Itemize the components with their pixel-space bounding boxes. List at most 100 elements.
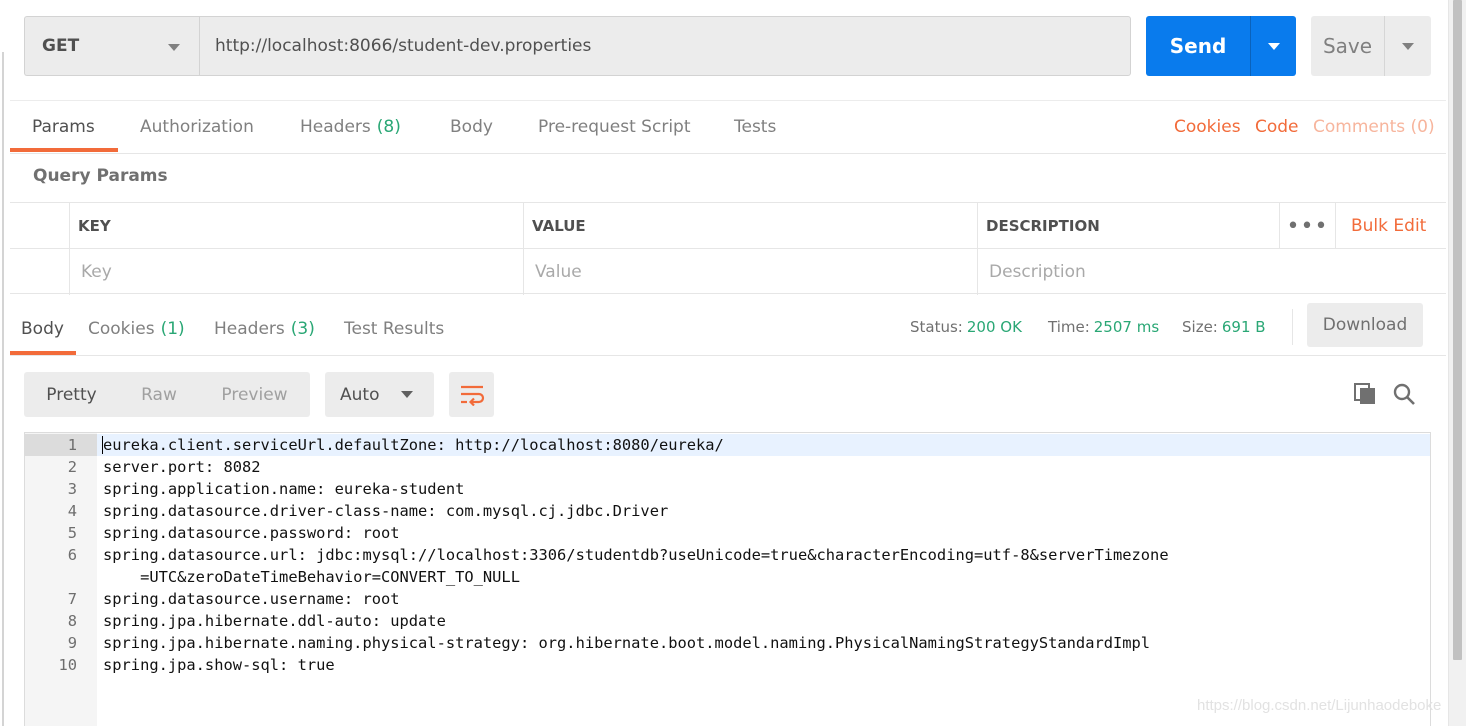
- scroll-thumb[interactable]: [1453, 0, 1462, 660]
- send-options-button[interactable]: [1251, 16, 1296, 76]
- tab-label: Authorization: [140, 117, 254, 137]
- method-label: GET: [42, 36, 80, 56]
- save-button-group[interactable]: Save: [1311, 16, 1431, 76]
- code-text: spring.jpa.show-sql: true: [103, 656, 335, 674]
- search-button[interactable]: [1390, 380, 1418, 408]
- time-label: Time:: [1048, 318, 1090, 336]
- code-text: spring.jpa.hibernate.naming.physical-str…: [103, 634, 1151, 652]
- size-label: Size:: [1182, 318, 1218, 336]
- view-mode-group: Pretty Raw Preview: [24, 372, 310, 417]
- line-number: 9: [67, 634, 77, 652]
- query-params-title: Query Params: [33, 166, 168, 186]
- line-number: 7: [67, 590, 77, 608]
- tab-count: (3): [290, 319, 315, 339]
- status-info: Status: 200 OK: [910, 318, 1022, 336]
- size-value: 691 B: [1221, 318, 1266, 336]
- code-link[interactable]: Code: [1255, 101, 1299, 153]
- line-number: 10: [58, 656, 77, 674]
- wrap-lines-button[interactable]: [449, 372, 494, 417]
- chevron-down-icon: [1268, 43, 1280, 50]
- status-value: 200 OK: [966, 318, 1022, 336]
- tab-count: (1): [160, 319, 185, 339]
- time-value: 2507 ms: [1093, 318, 1160, 336]
- download-button[interactable]: Download: [1307, 303, 1423, 347]
- column-header-description: DESCRIPTION: [977, 203, 1279, 249]
- column-header-value: VALUE: [523, 203, 977, 249]
- tab-response-cookies[interactable]: Cookies (1): [88, 303, 185, 355]
- copy-icon: [1354, 383, 1375, 404]
- request-tabs: Params Authorization Headers (8) Body Pre…: [10, 100, 1446, 154]
- scrollbar[interactable]: [1448, 0, 1466, 726]
- code-text: spring.jpa.hibernate.ddl-auto: update: [103, 612, 446, 630]
- tab-body[interactable]: Body: [450, 101, 493, 153]
- tab-label: Headers: [300, 117, 371, 137]
- tab-headers[interactable]: Headers (8): [300, 101, 401, 153]
- more-options-icon[interactable]: •••: [1279, 203, 1335, 249]
- table-row: Key Value Description: [10, 249, 1446, 295]
- code-text: =UTC&zeroDateTimeBehavior=CONVERT_TO_NUL…: [103, 568, 520, 586]
- tab-label: Body: [21, 319, 64, 339]
- line-number: 1: [67, 436, 77, 454]
- line-number: 8: [67, 612, 77, 630]
- table-header-row: KEY VALUE DESCRIPTION ••• Bulk Edit: [10, 203, 1446, 249]
- pretty-button[interactable]: Pretty: [24, 372, 119, 417]
- line-number: 2: [67, 458, 77, 476]
- response-tabs: Body Cookies (1) Headers (3) Test Results …: [10, 303, 1446, 356]
- tab-label: Pre-request Script: [538, 117, 691, 137]
- comments-link[interactable]: Comments (0): [1313, 101, 1435, 153]
- chevron-down-icon: [401, 391, 413, 398]
- line-number: 6: [67, 546, 77, 564]
- value-input[interactable]: Value: [523, 249, 977, 295]
- copy-button[interactable]: [1351, 380, 1379, 408]
- format-label: Auto: [340, 384, 380, 405]
- column-header-key: KEY: [69, 203, 523, 249]
- response-body-editor[interactable]: 1 eureka.client.serviceUrl.defaultZone: h…: [24, 432, 1431, 726]
- active-tab-indicator: [10, 148, 118, 152]
- wrap-lines-icon: [460, 385, 484, 406]
- save-options-button[interactable]: [1385, 16, 1431, 76]
- watermark: https://blog.csdn.net/Lijunhaodeboke: [1197, 697, 1442, 714]
- method-select[interactable]: GET: [24, 16, 200, 76]
- left-edge-bar: [2, 52, 4, 726]
- line-number: 5: [67, 524, 77, 542]
- save-button[interactable]: Save: [1311, 16, 1384, 76]
- size-info: Size: 691 B: [1182, 318, 1266, 336]
- tab-authorization[interactable]: Authorization: [140, 101, 254, 153]
- tab-response-headers[interactable]: Headers (3): [214, 303, 315, 355]
- tab-label: Tests: [734, 117, 777, 137]
- cookies-link[interactable]: Cookies: [1174, 101, 1241, 153]
- format-select[interactable]: Auto: [325, 372, 434, 417]
- tab-label: Cookies: [88, 319, 155, 339]
- send-button[interactable]: Send: [1146, 16, 1250, 76]
- tab-test-results[interactable]: Test Results: [344, 303, 444, 355]
- meta-divider: [1292, 309, 1293, 345]
- line-number: 3: [67, 480, 77, 498]
- raw-button[interactable]: Raw: [119, 372, 199, 417]
- preview-button[interactable]: Preview: [199, 372, 310, 417]
- search-icon: [1393, 383, 1415, 405]
- tab-pre-request-script[interactable]: Pre-request Script: [538, 101, 691, 153]
- line-number: 4: [67, 502, 77, 520]
- status-label: Status:: [910, 318, 963, 336]
- key-input[interactable]: Key: [69, 249, 523, 295]
- code-text: spring.datasource.driver-class-name: com…: [103, 502, 669, 520]
- code-text: spring.datasource.username: root: [103, 590, 400, 608]
- bulk-edit-button[interactable]: Bulk Edit: [1335, 203, 1426, 249]
- url-text: http://localhost:8066/student-dev.proper…: [215, 36, 592, 56]
- tab-tests[interactable]: Tests: [734, 101, 776, 153]
- description-input[interactable]: Description: [977, 249, 1446, 295]
- code-text: server.port: 8082: [103, 458, 261, 476]
- chevron-down-icon: [168, 44, 180, 51]
- code-text: eureka.client.serviceUrl.defaultZone: ht…: [103, 436, 724, 454]
- tab-label: Body: [450, 117, 493, 137]
- tab-label: Test Results: [344, 319, 445, 339]
- code-text: spring.datasource.password: root: [103, 524, 400, 542]
- time-info: Time: 2507 ms: [1048, 318, 1159, 336]
- query-params-table: KEY VALUE DESCRIPTION ••• Bulk Edit Key …: [10, 202, 1446, 295]
- send-button-group[interactable]: Send: [1146, 16, 1296, 76]
- tab-params[interactable]: Params: [32, 101, 95, 153]
- active-tab-indicator: [10, 351, 76, 355]
- code-text: spring.datasource.url: jdbc:mysql://loca…: [103, 546, 1169, 564]
- url-input[interactable]: http://localhost:8066/student-dev.proper…: [199, 16, 1131, 76]
- tab-response-body[interactable]: Body: [21, 303, 64, 355]
